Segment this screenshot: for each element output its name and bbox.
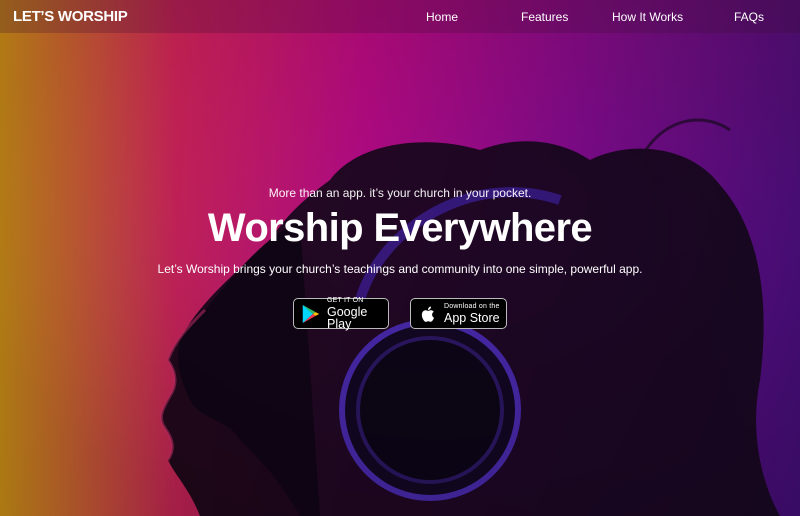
nav-link-faqs[interactable]: FAQs xyxy=(734,10,764,24)
google-play-button[interactable]: GET IT ON Google Play xyxy=(293,296,389,331)
site-logo[interactable]: LET’S WORSHIP xyxy=(13,8,128,25)
google-play-icon xyxy=(302,304,320,323)
app-store-big-label: App Store xyxy=(444,310,500,325)
hero-tagline: More than an app. it’s your church in yo… xyxy=(268,186,532,200)
nav-link-features[interactable]: Features xyxy=(521,10,568,24)
app-store-small-label: Download on the xyxy=(444,302,500,310)
hero-section xyxy=(0,0,800,516)
apple-icon xyxy=(421,305,435,322)
nav-link-home[interactable]: Home xyxy=(426,10,458,24)
google-play-big-label: Google Play xyxy=(327,304,368,331)
hero-headline: Worship Everywhere xyxy=(207,206,593,250)
top-navigation-bar: LET’S WORSHIP Home Features How It Works… xyxy=(0,0,800,33)
hero-subtext: Let’s Worship brings your church’s teach… xyxy=(157,262,643,276)
google-play-small-label: GET IT ON xyxy=(327,296,364,304)
nav-link-how-it-works[interactable]: How It Works xyxy=(612,10,683,24)
app-store-button[interactable]: Download on the App Store xyxy=(410,298,507,329)
hero-background-image xyxy=(0,0,800,516)
